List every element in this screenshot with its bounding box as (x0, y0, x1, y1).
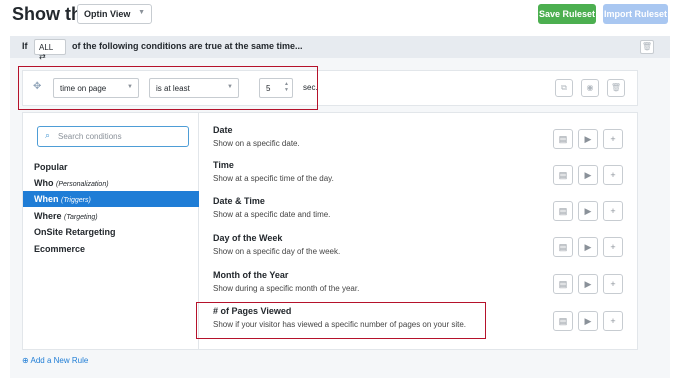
rule-highlight (18, 66, 318, 110)
option-title: Day of the Week (213, 233, 283, 243)
play-icon[interactable]: ▶ (578, 237, 598, 257)
plus-circle-icon: ⊕ (22, 356, 29, 365)
category-label: Ecommerce (34, 244, 86, 254)
category-when[interactable]: When (Triggers) (23, 191, 199, 207)
category-list: ⌕ Search conditions Popular Who (Persona… (23, 113, 199, 349)
play-icon[interactable]: ▶ (578, 311, 598, 331)
play-icon[interactable]: ▶ (578, 165, 598, 185)
play-icon[interactable]: ▶ (578, 274, 598, 294)
save-ruleset-button[interactable]: Save Ruleset (538, 4, 596, 24)
category-who[interactable]: Who (Personalization) (23, 175, 199, 191)
import-ruleset-button[interactable]: Import Ruleset (603, 4, 668, 24)
option-desc: Show at a specific time of the day. (213, 174, 334, 183)
view-select-value: Optin View (84, 9, 131, 19)
option-desc: Show during a specific month of the year… (213, 284, 360, 293)
top-bar: Show the Optin View ▼ Save Ruleset Impor… (0, 0, 680, 30)
category-label: Where (34, 211, 62, 221)
eye-icon[interactable]: ◉ (581, 79, 599, 97)
match-mode-select[interactable]: ALL ⇄ (34, 39, 66, 61)
condition-option[interactable]: Time Show at a specific time of the day. (213, 160, 533, 183)
document-icon[interactable]: ▤ (553, 274, 573, 294)
category-popular[interactable]: Popular (23, 159, 199, 175)
option-desc: Show on a specific day of the week. (213, 247, 341, 256)
chevron-down-icon: ▼ (138, 9, 145, 16)
option-desc: Show on a specific date. (213, 139, 300, 148)
category-sub: (Targeting) (64, 214, 98, 221)
category-sub: (Triggers) (61, 197, 91, 204)
category-label: When (34, 194, 59, 204)
category-where[interactable]: Where (Targeting) (23, 208, 199, 224)
option-title: Date & Time (213, 196, 265, 206)
trash-icon[interactable]: 🗑 (607, 79, 625, 97)
plus-icon[interactable]: + (603, 129, 623, 149)
delete-ruleset-icon[interactable]: 🗑 (640, 40, 654, 54)
option-title: Month of the Year (213, 270, 289, 280)
document-icon[interactable]: ▤ (553, 311, 573, 331)
search-icon: ⌕ (45, 130, 51, 140)
copy-icon[interactable]: ⧉ (555, 79, 573, 97)
category-ecommerce[interactable]: Ecommerce (23, 241, 199, 257)
option-title: Time (213, 160, 234, 170)
document-icon[interactable]: ▤ (553, 201, 573, 221)
play-icon[interactable]: ▶ (578, 201, 598, 221)
document-icon[interactable]: ▤ (553, 129, 573, 149)
condition-option[interactable]: Date & Time Show at a specific date and … (213, 196, 533, 219)
conditions-bar: If ALL ⇄ of the following conditions are… (10, 36, 670, 61)
document-icon[interactable]: ▤ (553, 165, 573, 185)
option-title: Date (213, 125, 233, 135)
add-new-rule-link[interactable]: ⊕ Add a New Rule (22, 356, 88, 365)
condition-option[interactable]: Date Show on a specific date. (213, 125, 533, 148)
swap-icon: ⇄ (39, 52, 46, 61)
document-icon[interactable]: ▤ (553, 237, 573, 257)
condition-option[interactable]: Day of the Week Show on a specific day o… (213, 233, 533, 256)
search-placeholder: Search conditions (58, 132, 122, 141)
view-select[interactable]: Optin View ▼ (77, 4, 152, 24)
plus-icon[interactable]: + (603, 311, 623, 331)
category-label: Popular (34, 162, 68, 172)
play-icon[interactable]: ▶ (578, 129, 598, 149)
match-mode-value: ALL (39, 43, 53, 52)
option-highlight (196, 302, 486, 339)
plus-icon[interactable]: + (603, 274, 623, 294)
category-onsite-retargeting[interactable]: OnSite Retargeting (23, 224, 199, 240)
option-desc: Show at a specific date and time. (213, 210, 331, 219)
category-sub: (Personalization) (56, 181, 109, 188)
add-rule-label: Add a New Rule (30, 356, 89, 365)
if-label: If (22, 41, 28, 51)
plus-icon[interactable]: + (603, 165, 623, 185)
plus-icon[interactable]: + (603, 201, 623, 221)
category-label: Who (34, 178, 54, 188)
category-label: OnSite Retargeting (34, 227, 116, 237)
search-input[interactable]: ⌕ Search conditions (37, 126, 189, 147)
conditions-text: of the following conditions are true at … (72, 41, 303, 51)
condition-option[interactable]: Month of the Year Show during a specific… (213, 270, 533, 293)
plus-icon[interactable]: + (603, 237, 623, 257)
